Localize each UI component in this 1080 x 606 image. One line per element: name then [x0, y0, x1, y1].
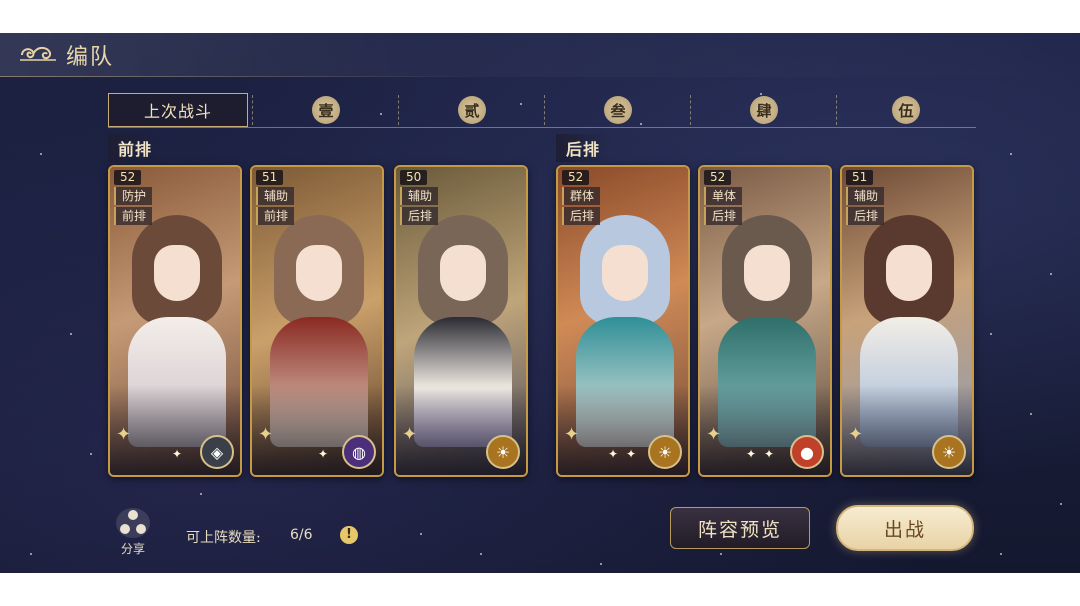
role-tag: 辅助: [400, 187, 438, 205]
lineup-preview-button[interactable]: 阵容预览: [670, 507, 810, 549]
star-dot: [1000, 553, 1002, 555]
tab-separator: [690, 95, 691, 125]
star-dot: [990, 333, 992, 335]
sun-icon: ☀: [486, 435, 520, 469]
tab-team-4[interactable]: 肆: [692, 93, 836, 127]
character-face: [440, 245, 486, 301]
star-dot: [40, 153, 42, 155]
tab-separator: [252, 95, 253, 125]
character-card-1[interactable]: 52 防护 前排 ✦ ✦ ◈: [108, 165, 242, 477]
star-dot: [1030, 413, 1032, 415]
star-dot: [480, 553, 482, 555]
level-badge: 50: [400, 170, 428, 185]
star-icon: ✦: [608, 447, 619, 461]
tab-team-2[interactable]: 贰: [400, 93, 544, 127]
role-tag: 辅助: [846, 187, 884, 205]
position-tag: 后排: [846, 207, 884, 225]
sparkle-ornament-icon: ✦: [258, 424, 274, 445]
tab-team-5[interactable]: 伍: [838, 93, 974, 127]
sparkle-ornament-icon: ✦: [848, 424, 864, 445]
character-face: [154, 245, 200, 301]
star-dot: [720, 553, 722, 555]
sun-icon: ☀: [932, 435, 966, 469]
position-tag: 后排: [562, 207, 600, 225]
sun-icon: ☀: [648, 435, 682, 469]
star-dot: [1060, 503, 1062, 505]
role-tag: 单体: [704, 187, 742, 205]
tab-team-1[interactable]: 壹: [254, 93, 398, 127]
star-dot: [1010, 153, 1012, 155]
character-card-5[interactable]: 52 单体 后排 ✦ ✦ ✦ ●: [698, 165, 832, 477]
team-tabs: 上次战斗 壹 贰 叁 肆 伍: [108, 93, 976, 127]
star-dot: [420, 533, 422, 535]
sparkle-ornament-icon: ✦: [706, 424, 722, 445]
position-tag: 前排: [256, 207, 294, 225]
cloud-swirl-icon: [20, 46, 56, 61]
tabs-underline: [108, 127, 976, 128]
star-dot: [90, 453, 92, 455]
tab-separator: [544, 95, 545, 125]
star-dot: [1050, 273, 1052, 275]
level-badge: 52: [704, 170, 732, 185]
level-badge: 52: [114, 170, 142, 185]
character-card-2[interactable]: 51 辅助 前排 ✦ ✦ ◍: [250, 165, 384, 477]
star-dot: [70, 333, 72, 335]
tab-label: 伍: [892, 96, 920, 124]
tab-separator: [398, 95, 399, 125]
character-card-3[interactable]: 50 辅助 后排 ✦ ☀: [394, 165, 528, 477]
battle-start-button[interactable]: 出战: [836, 505, 974, 551]
tab-label: 肆: [750, 96, 778, 124]
compass-icon: ◈: [200, 435, 234, 469]
sparkle-ornament-icon: ✦: [116, 424, 132, 445]
sparkle-ornament-icon: ✦: [564, 424, 580, 445]
tab-last-battle[interactable]: 上次战斗: [108, 93, 248, 127]
star-icon: ✦: [764, 447, 775, 461]
header-divider: [0, 76, 480, 77]
character-face: [296, 245, 342, 301]
deploy-count-label: 可上阵数量:: [186, 530, 261, 546]
level-badge: 52: [562, 170, 590, 185]
character-face: [744, 245, 790, 301]
deploy-count-value: 6/6: [290, 527, 313, 543]
fire-orb-icon: ●: [790, 435, 824, 469]
character-card-4[interactable]: 52 群体 后排 ✦ ✦ ✦ ☀: [556, 165, 690, 477]
back-row-label: 后排: [556, 134, 611, 162]
tab-team-3[interactable]: 叁: [546, 93, 690, 127]
tab-label: 叁: [604, 96, 632, 124]
star-icon: ✦: [318, 447, 329, 461]
star-dot: [30, 553, 32, 555]
planet-icon: ◍: [342, 435, 376, 469]
header-bar: 编队: [0, 33, 1080, 77]
back-button[interactable]: [18, 41, 58, 67]
position-tag: 后排: [704, 207, 742, 225]
position-tag: 后排: [400, 207, 438, 225]
character-face: [602, 245, 648, 301]
character-card-6[interactable]: 51 辅助 后排 ✦ ☀: [840, 165, 974, 477]
tab-label: 贰: [458, 96, 486, 124]
role-tag: 辅助: [256, 187, 294, 205]
share-button[interactable]: 分享: [108, 508, 158, 560]
role-tag: 群体: [562, 187, 600, 205]
star-dot: [600, 563, 602, 565]
position-tag: 前排: [114, 207, 152, 225]
level-badge: 51: [256, 170, 284, 185]
role-tag: 防护: [114, 187, 152, 205]
tab-separator: [836, 95, 837, 125]
page-title: 编队: [66, 45, 115, 70]
level-badge: 51: [846, 170, 874, 185]
front-row-label: 前排: [108, 134, 163, 162]
star-dot: [200, 493, 202, 495]
info-icon[interactable]: !: [340, 526, 358, 544]
tab-label: 上次战斗: [143, 102, 212, 121]
star-icon: ✦: [626, 447, 637, 461]
star-icon: ✦: [746, 447, 757, 461]
game-screen: 编队 上次战斗 壹 贰 叁 肆 伍 前排 后排 52 防护 前排 ✦ ✦ ◈ 5…: [0, 33, 1080, 573]
character-face: [886, 245, 932, 301]
tab-label: 壹: [312, 96, 340, 124]
star-icon: ✦: [172, 447, 183, 461]
share-label: 分享: [120, 542, 145, 556]
sparkle-ornament-icon: ✦: [402, 424, 418, 445]
share-icon: [116, 508, 150, 538]
